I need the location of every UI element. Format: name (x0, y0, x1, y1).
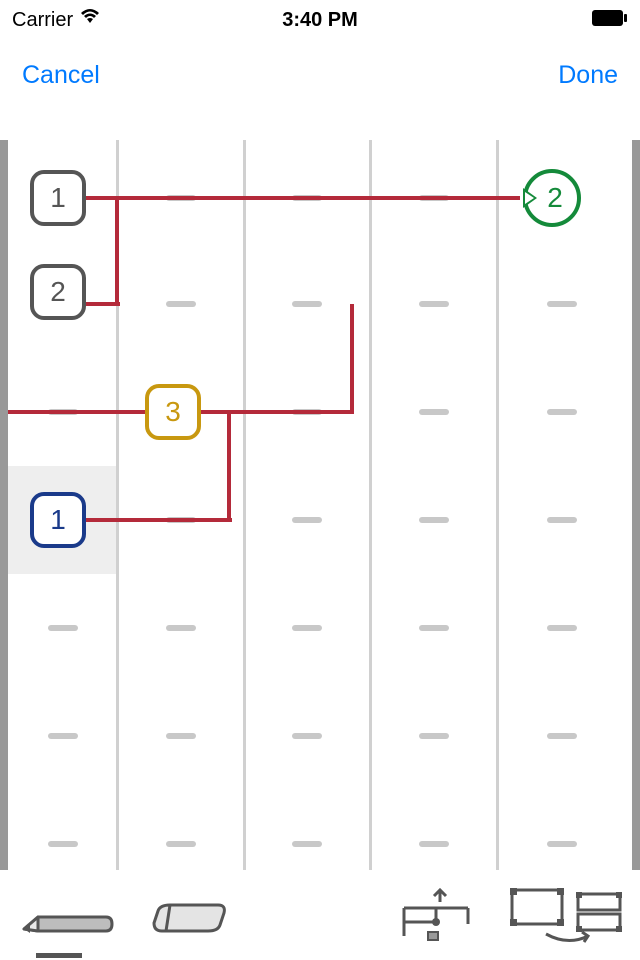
grid-row-tick (48, 733, 78, 739)
bracket-tool-button[interactable] (396, 880, 476, 950)
grid-row-tick (292, 625, 322, 631)
circuit-node-n4[interactable]: 1 (30, 492, 86, 548)
toolbar (0, 870, 640, 960)
status-right (592, 9, 628, 32)
grid-row-tick (547, 409, 577, 415)
grid-row-tick (166, 733, 196, 739)
circuit-node-n5[interactable]: 2 (523, 169, 581, 227)
grid-row-tick (48, 625, 78, 631)
canvas-border-left (0, 140, 8, 870)
frames-icon (506, 884, 626, 947)
grid-row-tick (419, 301, 449, 307)
eraser-icon (144, 889, 234, 942)
pencil-icon (14, 889, 114, 942)
wire-segment (115, 520, 119, 522)
wire-segment (115, 198, 119, 304)
grid-row-tick (547, 301, 577, 307)
grid-column-line (243, 140, 246, 870)
status-time: 3:40 PM (282, 9, 358, 32)
grid-row-tick (292, 733, 322, 739)
grid-row-tick (419, 841, 449, 847)
grid-row-tick (48, 841, 78, 847)
grid-row-tick (547, 517, 577, 523)
grid-row-tick (419, 733, 449, 739)
wire-segment (350, 304, 354, 414)
nav-bar: Cancel Done (0, 40, 640, 110)
grid-row-tick (547, 733, 577, 739)
grid-row-tick (292, 841, 322, 847)
wire-segment (227, 412, 231, 522)
battery-icon (592, 9, 628, 32)
grid-row-tick (166, 841, 196, 847)
grid-row-tick (292, 517, 322, 523)
canvas-border-right (632, 140, 640, 870)
status-left: Carrier (12, 8, 101, 32)
grid-column-line (369, 140, 372, 870)
bracket-icon (396, 884, 476, 947)
carrier-label: Carrier (12, 9, 73, 32)
wifi-icon (79, 8, 101, 32)
grid-row-tick (547, 625, 577, 631)
cancel-button[interactable]: Cancel (22, 61, 100, 90)
circuit-node-n1[interactable]: 1 (30, 170, 86, 226)
grid-row-tick (166, 625, 196, 631)
circuit-node-n2[interactable]: 2 (30, 264, 86, 320)
circuit-canvas[interactable]: 1 2 3 1 2 (0, 140, 640, 870)
node-label: 2 (547, 182, 563, 214)
status-bar: Carrier 3:40 PM (0, 0, 640, 40)
pencil-tool-button[interactable] (14, 880, 114, 950)
grid-row-tick (547, 841, 577, 847)
wire-segment (63, 518, 232, 522)
grid-row-tick (166, 301, 196, 307)
grid-row-tick (419, 409, 449, 415)
tool-selection-indicator (36, 953, 82, 958)
grid-row-tick (292, 301, 322, 307)
eraser-tool-button[interactable] (144, 880, 234, 950)
frames-tool-button[interactable] (506, 880, 626, 950)
wire-segment (63, 196, 520, 200)
done-button[interactable]: Done (558, 61, 618, 90)
grid-column-line (496, 140, 499, 870)
circuit-node-n3[interactable]: 3 (145, 384, 201, 440)
grid-row-tick (419, 625, 449, 631)
grid-row-tick (419, 517, 449, 523)
